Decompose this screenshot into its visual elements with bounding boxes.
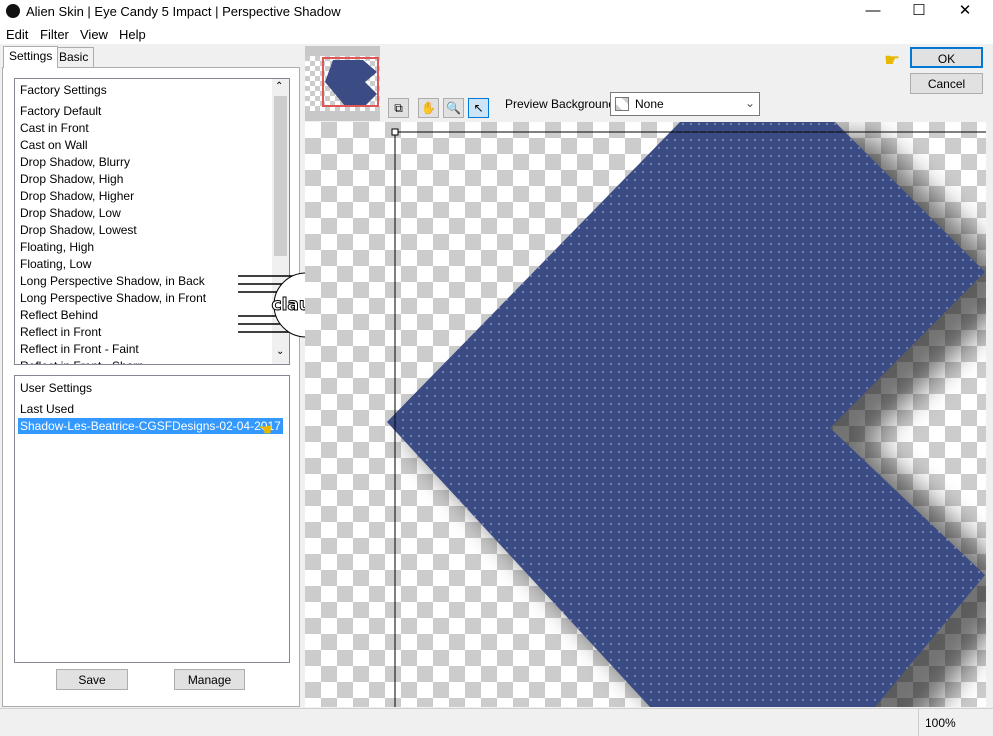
zoom-tool-icon[interactable]: 🔍 <box>443 98 464 118</box>
list-item[interactable]: Floating, High <box>20 240 94 254</box>
list-item[interactable]: Drop Shadow, Lowest <box>20 223 137 237</box>
tab-basic[interactable]: Basic <box>53 47 95 67</box>
preview-toggle-icon[interactable]: ⧉ <box>388 98 409 118</box>
list-item[interactable]: Reflect in Front - Faint <box>20 342 139 356</box>
tab-settings[interactable]: Settings <box>3 46 59 68</box>
preview-background-select[interactable]: None ⌄ <box>610 92 760 116</box>
chevron-down-icon: ⌄ <box>745 96 756 110</box>
window-title: Alien Skin | Eye Candy 5 Impact | Perspe… <box>26 4 341 19</box>
hand-tool-icon[interactable]: ✋ <box>418 98 439 118</box>
menu-view[interactable]: View <box>80 27 108 42</box>
zoom-level: 100% <box>925 716 956 730</box>
list-item[interactable]: Drop Shadow, High <box>20 172 123 186</box>
pointing-hand-icon: ☚ <box>258 422 273 439</box>
list-item[interactable]: Factory Default <box>20 104 101 118</box>
preview-background-label: Preview Background: <box>505 97 619 111</box>
close-button[interactable]: ✕ <box>942 0 988 24</box>
scrollbar-thumb[interactable] <box>274 96 287 256</box>
list-item[interactable]: Long Perspective Shadow, in Front <box>20 291 206 305</box>
list-item[interactable]: Drop Shadow, Blurry <box>20 155 130 169</box>
app-icon <box>6 4 20 18</box>
list-item[interactable]: Last Used <box>20 402 74 416</box>
menu-edit[interactable]: Edit <box>6 27 28 42</box>
preview-background-value: None <box>635 97 664 111</box>
list-item[interactable]: Floating, Low <box>20 257 91 271</box>
list-item[interactable]: Reflect Behind <box>20 308 98 322</box>
list-item-selected[interactable]: Shadow-Les-Beatrice-CGSFDesigns-02-04-20… <box>18 418 283 434</box>
cancel-button[interactable]: Cancel <box>910 73 983 94</box>
ok-button[interactable]: OK <box>910 47 983 68</box>
navigator-thumbnail[interactable] <box>305 46 380 121</box>
guide-handle[interactable] <box>391 128 399 136</box>
list-item[interactable]: Reflect in Front <box>20 325 101 339</box>
menu-help[interactable]: Help <box>119 27 146 42</box>
user-settings-list[interactable]: User Settings Last Used Shadow-Les-Beatr… <box>14 375 290 663</box>
pointer-tool-icon[interactable]: ↖ <box>468 98 489 118</box>
list-item[interactable]: Cast on Wall <box>20 138 88 152</box>
list-item[interactable]: Cast in Front <box>20 121 89 135</box>
manage-button[interactable]: Manage <box>174 669 245 690</box>
scroll-down-icon[interactable]: ⌄ <box>276 346 284 357</box>
status-bar <box>0 708 993 736</box>
pointing-hand-icon: ☛ <box>884 50 901 70</box>
list-header: User Settings <box>20 381 93 395</box>
preview-canvas[interactable] <box>305 122 986 707</box>
menu-filter[interactable]: Filter <box>40 27 69 42</box>
checker-icon <box>615 97 629 111</box>
scroll-up-icon[interactable]: ⌃ <box>275 81 283 92</box>
maximize-button[interactable]: ☐ <box>896 0 942 24</box>
list-item[interactable]: Reflect in Front - Sharp <box>20 359 144 364</box>
divider <box>918 708 919 736</box>
list-item[interactable]: Long Perspective Shadow, in Back <box>20 274 205 288</box>
list-header: Factory Settings <box>20 83 107 97</box>
menu-bar <box>0 24 993 44</box>
minimize-button[interactable]: — <box>850 0 896 24</box>
list-item[interactable]: Drop Shadow, Low <box>20 206 121 220</box>
save-button[interactable]: Save <box>56 669 128 690</box>
list-item[interactable]: Drop Shadow, Higher <box>20 189 134 203</box>
